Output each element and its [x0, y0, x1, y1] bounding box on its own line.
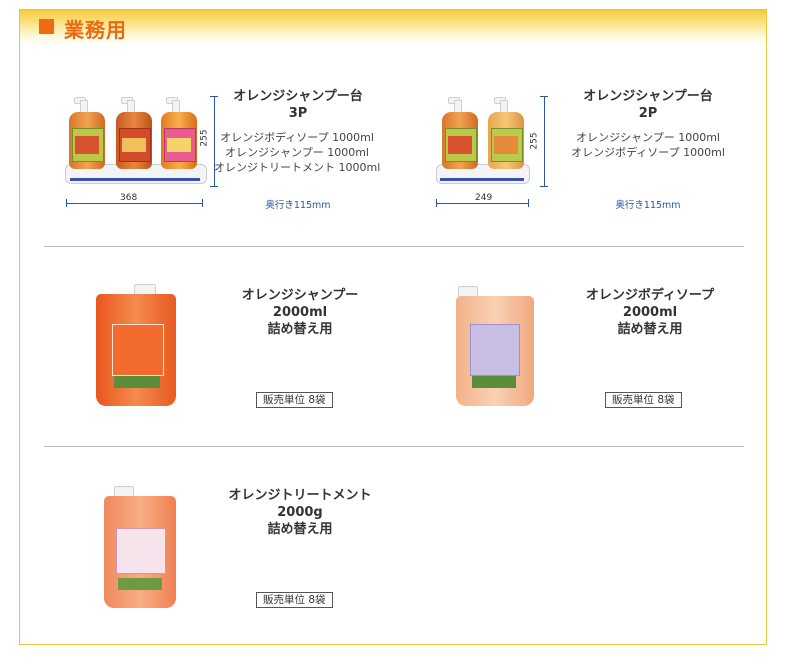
stand-label-strip: [440, 178, 524, 181]
width-label: 368: [120, 193, 138, 203]
product-name: オレンジシャンプー: [241, 288, 359, 303]
section-title: 業務用: [64, 18, 127, 42]
product-variant: 3P: [288, 106, 308, 121]
stand-label-strip: [70, 178, 200, 181]
product-name: オレンジトリートメント: [228, 488, 372, 503]
sales-unit-badge: 販売単位 8袋: [605, 392, 682, 408]
set-item: オレンジボディソープ 1000ml: [220, 131, 374, 144]
product-size: 2000ml: [272, 305, 328, 320]
product-name: オレンジシャンプー台: [233, 89, 363, 104]
height-label: 255: [529, 132, 540, 150]
height-dimension-line: [544, 96, 545, 186]
section-header: 業務用: [20, 10, 766, 46]
product-size: 2000g: [277, 505, 323, 520]
width-dimension-line: [436, 203, 528, 204]
product-variant: 2P: [638, 106, 658, 121]
product-size: 2000ml: [622, 305, 678, 320]
product-name: オレンジシャンプー台: [583, 89, 713, 104]
refill-pouch-body-soap[interactable]: [452, 284, 538, 408]
width-dimension-line: [66, 203, 202, 204]
refill-pouch-shampoo[interactable]: [94, 284, 180, 408]
set-item: オレンジシャンプー 1000ml: [576, 131, 720, 144]
set-item: オレンジトリートメント 1000ml: [214, 161, 381, 174]
depth-note: 奥行き115mm: [265, 200, 331, 211]
row-divider: [44, 246, 744, 247]
set-item: オレンジボディソープ 1000ml: [571, 146, 725, 159]
sales-unit-badge: 販売単位 8袋: [256, 592, 333, 608]
refill-pouch-treatment[interactable]: [100, 486, 180, 610]
product-type: 詰め替え用: [267, 322, 333, 337]
set-item: オレンジシャンプー 1000ml: [225, 146, 369, 159]
product-type: 詰め替え用: [267, 522, 333, 537]
row-divider: [44, 446, 744, 447]
product-stand-2p[interactable]: [432, 92, 532, 192]
product-stand-3p[interactable]: [60, 92, 210, 192]
width-label: 249: [475, 193, 493, 203]
orange-square-icon: [39, 19, 54, 34]
product-type: 詰め替え用: [617, 322, 683, 337]
product-name: オレンジボディソープ: [585, 288, 715, 303]
depth-note: 奥行き115mm: [615, 200, 681, 211]
height-label: 255: [199, 129, 210, 147]
sales-unit-badge: 販売単位 8袋: [256, 392, 333, 408]
